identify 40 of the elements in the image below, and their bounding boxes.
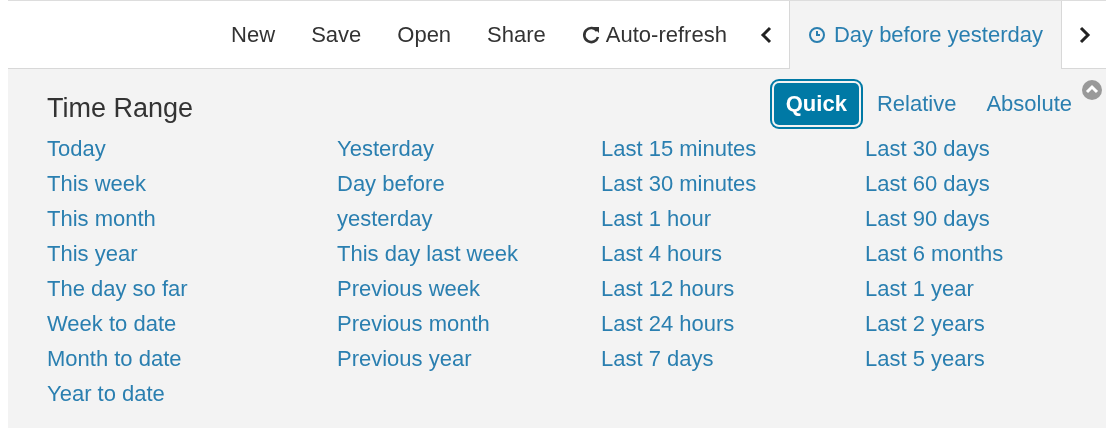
- quick-range-link[interactable]: Last 7 days: [601, 341, 714, 376]
- refresh-icon: [581, 24, 602, 45]
- collapse-icon[interactable]: [1081, 79, 1103, 101]
- panel-title: Time Range: [47, 91, 194, 124]
- quick-range-link[interactable]: Week to date: [47, 306, 177, 341]
- time-picker-tab[interactable]: Day before yesterday: [788, 1, 1062, 69]
- quick-range-link[interactable]: Last 12 hours: [601, 271, 735, 306]
- quick-range-link[interactable]: Last 30 minutes: [601, 166, 757, 201]
- mode-tab[interactable]: Relative: [864, 83, 969, 125]
- quick-range-link[interactable]: The day so far: [47, 271, 188, 306]
- quick-range-link[interactable]: Previous month: [337, 306, 490, 341]
- menu-button[interactable]: Open: [379, 1, 470, 68]
- mode-tab[interactable]: Absolute: [974, 83, 1084, 125]
- quick-range-link[interactable]: Last 30 days: [865, 131, 990, 166]
- quick-range-link[interactable]: Last 60 days: [865, 166, 990, 201]
- quick-range-link[interactable]: Last 15 minutes: [601, 131, 757, 166]
- quick-range-link[interactable]: Day before yesterday: [337, 166, 537, 236]
- quick-range-link[interactable]: This month: [47, 201, 156, 236]
- quick-range-link[interactable]: Last 2 years: [865, 306, 985, 341]
- quick-range-link[interactable]: Last 1 hour: [601, 201, 712, 236]
- quick-range-link[interactable]: Last 5 years: [865, 341, 985, 376]
- quick-range-link[interactable]: Last 24 hours: [601, 306, 735, 341]
- clock-icon: [807, 26, 826, 44]
- quick-range-link[interactable]: Previous week: [337, 271, 481, 306]
- quick-range-link[interactable]: This week: [47, 166, 147, 201]
- quick-range-link[interactable]: Previous year: [337, 341, 472, 376]
- menu-button[interactable]: Save: [293, 1, 380, 68]
- menu-button[interactable]: New: [213, 1, 294, 68]
- quick-range-link[interactable]: Last 4 hours: [601, 236, 723, 271]
- quick-range-link[interactable]: Yesterday: [337, 131, 435, 166]
- quick-range-link[interactable]: Last 90 days: [865, 201, 990, 236]
- menu-button[interactable]: Share: [469, 1, 564, 68]
- quick-range-link[interactable]: Month to date: [47, 341, 182, 376]
- quick-range-link[interactable]: This day last week: [337, 236, 518, 271]
- quick-range-link[interactable]: Last 1 year: [865, 271, 974, 306]
- auto-refresh-button[interactable]: Auto-refresh: [563, 1, 745, 68]
- quick-range-link[interactable]: Today: [47, 131, 106, 166]
- quick-range-link[interactable]: This year: [47, 236, 138, 271]
- quick-range-link[interactable]: Last 6 months: [865, 236, 1004, 271]
- quick-range-link[interactable]: Year to date: [47, 376, 165, 411]
